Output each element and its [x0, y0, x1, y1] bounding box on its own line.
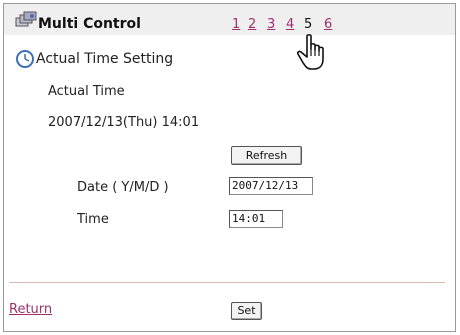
page-title: Multi Control: [38, 16, 141, 32]
time-label: Time: [77, 212, 109, 227]
return-link[interactable]: Return: [9, 302, 52, 317]
page-link-6[interactable]: 6: [324, 17, 332, 32]
page-link-4[interactable]: 4: [286, 17, 294, 32]
date-field[interactable]: [229, 177, 313, 195]
refresh-button[interactable]: Refresh: [231, 146, 302, 165]
section-title: Actual Time Setting: [36, 51, 174, 67]
hand-pointer-icon: [296, 34, 324, 70]
actual-time-value: 2007/12/13(Thu) 14:01: [48, 115, 200, 130]
clock-icon: [16, 50, 34, 68]
actual-time-label: Actual Time: [48, 84, 125, 99]
date-label: Date ( Y/M/D ): [77, 180, 169, 195]
time-field[interactable]: [229, 210, 283, 228]
page-link-2[interactable]: 2: [248, 17, 256, 32]
set-button[interactable]: Set: [231, 302, 262, 320]
page-link-3[interactable]: 3: [267, 17, 275, 32]
page-current-5: 5: [304, 17, 313, 32]
page-link-1[interactable]: 1: [232, 17, 240, 32]
multi-projector-icon: [15, 11, 37, 27]
divider: [9, 282, 445, 283]
